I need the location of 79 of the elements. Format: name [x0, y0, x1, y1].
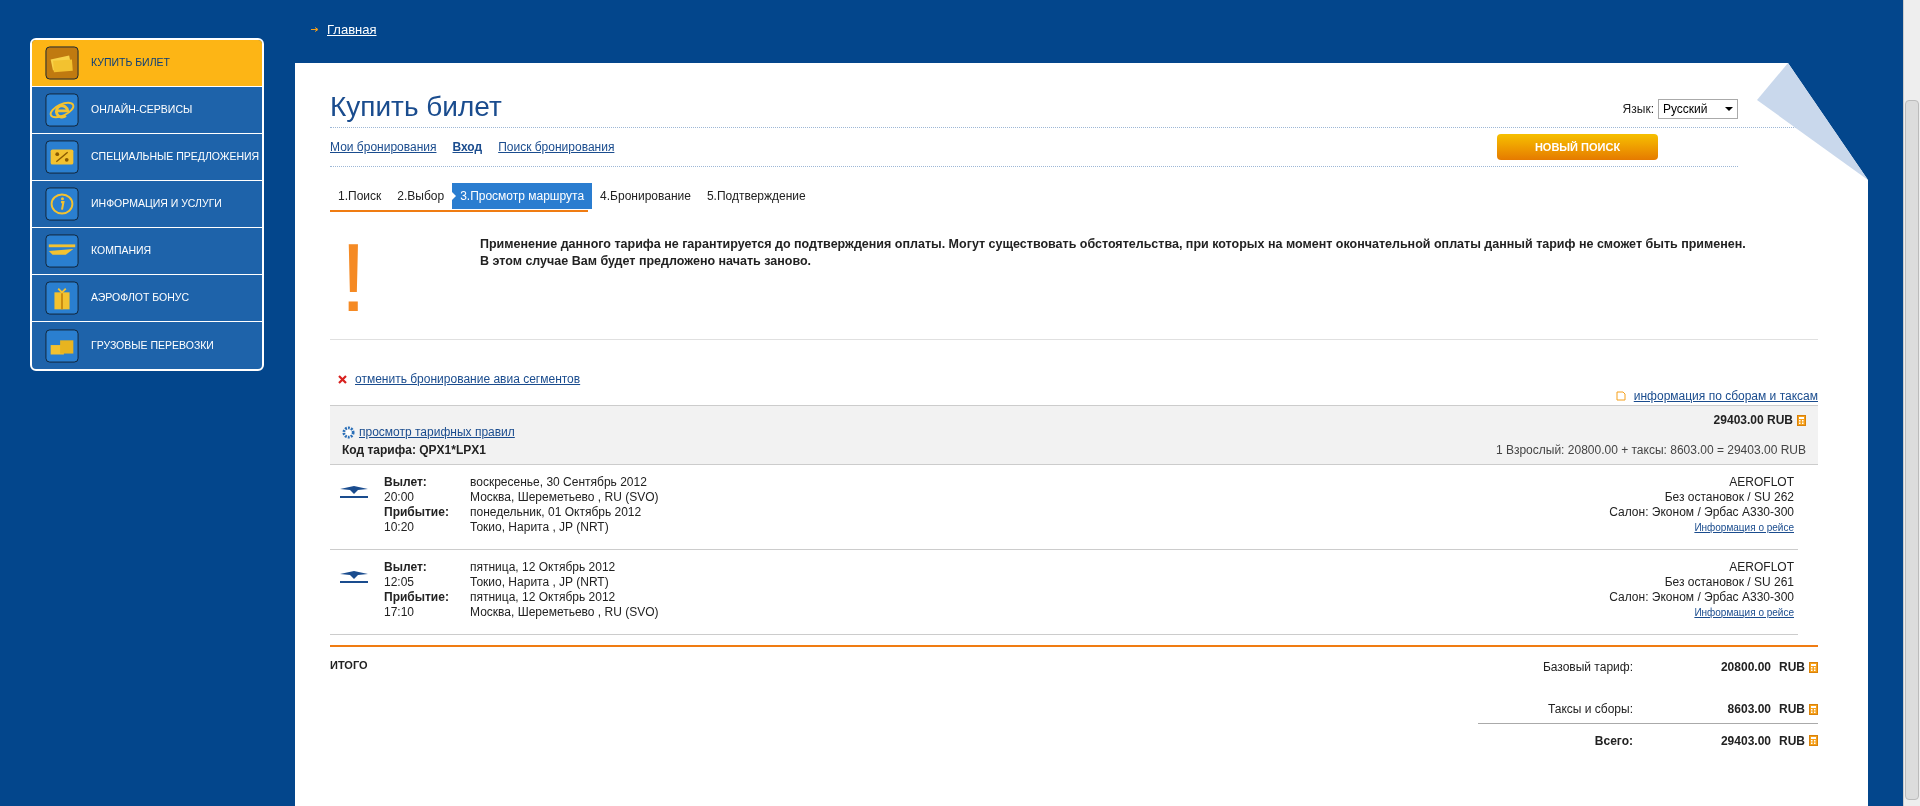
gift-icon — [45, 281, 79, 315]
warning-text: Применение данного тарифа не гарантируется до подтверждения оплаты. Могут существовать обстоятельства, при которых на момент окончательной оплаты данный тариф не сможет быть применен. В этом случае Вам будет предложено начать заново. — [480, 236, 1747, 270]
breadcrumb-link[interactable]: Главная — [327, 19, 377, 40]
gear-icon — [342, 425, 355, 439]
calculator-icon — [1809, 703, 1818, 715]
departure-place: Токио, Нарита , JP (NRT) — [470, 575, 610, 590]
sidebar-item[interactable]: ИНФОРМАЦИЯ И УСЛУГИ — [32, 181, 262, 228]
arrival-time: 10:20 — [384, 520, 416, 535]
fare-total: 29403.00 RUB — [1713, 412, 1793, 429]
sidebar-item[interactable]: СПЕЦИАЛЬНЫЕ ПРЕДЛОЖЕНИЯ — [32, 134, 262, 181]
document-icon — [1615, 391, 1626, 401]
departure-label: Вылет: — [384, 560, 428, 575]
total-label: Всего: — [1593, 732, 1633, 750]
warning-mark: ! — [339, 230, 368, 333]
letter-e-icon — [45, 93, 79, 127]
arrival-date: понедельник, 01 Октябрь 2012 — [470, 505, 643, 520]
departure-place: Москва, Шереметьево , RU (SVO) — [470, 490, 660, 505]
close-icon — [338, 374, 347, 384]
language-select[interactable]: Русский — [1658, 99, 1738, 119]
arrival-date: пятница, 12 Октябрь 2012 — [470, 590, 617, 605]
tickets-icon — [45, 46, 79, 80]
step-tab[interactable]: 4.Бронирование — [592, 183, 699, 209]
winged-logo-icon — [45, 234, 79, 268]
calculator-icon — [1809, 661, 1818, 673]
totals-title: ИТОГО — [330, 658, 368, 673]
arrival-label: Прибытие: — [384, 590, 450, 605]
scrollbar-thumb[interactable] — [1905, 100, 1919, 800]
departure-time: 20:00 — [384, 490, 416, 505]
currency: RUB — [1779, 659, 1805, 676]
departure-label: Вылет: — [384, 475, 428, 490]
info-icon — [45, 187, 79, 221]
sidebar-item[interactable]: АЭРОФЛОТ БОНУС — [32, 275, 262, 322]
arrival-place: Токио, Нарита , JP (NRT) — [470, 520, 610, 535]
calculator-icon — [1797, 414, 1806, 426]
sidebar-item[interactable]: КУПИТЬ БИЛЕТ — [32, 40, 262, 87]
nav-link[interactable]: Вход — [452, 138, 483, 156]
departure-time: 12:05 — [384, 575, 416, 590]
nav-link[interactable]: Поиск бронирования — [498, 138, 615, 156]
currency: RUB — [1779, 732, 1805, 750]
currency: RUB — [1779, 701, 1805, 718]
fare-rules-link[interactable]: просмотр тарифных правил — [359, 423, 515, 441]
arrival-label: Прибытие: — [384, 505, 450, 520]
flight-stops: Без остановок / SU 262 — [1664, 490, 1794, 505]
total-amount: 20800.00 — [1720, 659, 1771, 676]
nav-link[interactable]: Мои бронирования — [330, 138, 437, 156]
caret-icon — [1725, 107, 1733, 111]
airline-name: AEROFLOT — [1729, 560, 1794, 575]
departure-date: пятница, 12 Октябрь 2012 — [470, 560, 617, 575]
calculator-icon — [1809, 735, 1818, 746]
flight-info-link[interactable]: Информация о рейсе — [1694, 520, 1794, 535]
airline-name: AEROFLOT — [1729, 475, 1794, 490]
flight-info-link[interactable]: Информация о рейсе — [1694, 605, 1794, 620]
arrow-icon — [311, 27, 319, 32]
flight-stops: Без остановок / SU 261 — [1664, 575, 1794, 590]
step-tab[interactable]: 5.Подтверждение — [698, 183, 814, 209]
step-tab[interactable]: 2.Выбор — [389, 183, 453, 209]
departure-date: воскресенье, 30 Сентябрь 2012 — [470, 475, 648, 490]
language-label: Язык: — [1622, 101, 1654, 118]
scrollbar[interactable] — [1903, 0, 1920, 806]
total-amount: 29403.00 — [1720, 732, 1771, 750]
boxes-icon — [45, 328, 79, 363]
total-amount: 8603.00 — [1727, 701, 1771, 718]
cabin-info: Салон: Эконом / Эрбас A330-300 — [1609, 505, 1794, 520]
percent-tags-icon — [45, 140, 79, 174]
fare-code: Код тарифа: QPX1*LPX1 — [342, 442, 487, 459]
total-label: Базовый тариф: — [1541, 659, 1633, 676]
fare-breakdown: 1 Взрослый: 20800.00 + таксы: 8603.00 = 29403.00 RUB — [1495, 442, 1806, 459]
total-label: Таксы и сборы: — [1546, 701, 1633, 718]
cancel-segments-link[interactable]: отменить бронирование авиа сегментов — [355, 370, 581, 388]
page-title: Купить билет — [330, 93, 502, 121]
sidebar-item[interactable]: ГРУЗОВЫЕ ПЕРЕВОЗКИ — [32, 322, 262, 369]
step-tab[interactable]: 3.Просмотр маршрута — [452, 183, 593, 209]
fees-info-link[interactable]: информация по сборам и таксам — [1633, 387, 1818, 405]
step-tab[interactable]: 1.Поиск — [330, 183, 390, 209]
sidebar-item[interactable]: КОМПАНИЯ — [32, 228, 262, 275]
sidebar-item[interactable]: ОНЛАЙН-СЕРВИСЫ — [32, 87, 262, 134]
cabin-info: Салон: Эконом / Эрбас A330-300 — [1609, 590, 1794, 605]
arrival-place: Москва, Шереметьево , RU (SVO) — [470, 605, 660, 620]
arrival-time: 17:10 — [384, 605, 416, 620]
